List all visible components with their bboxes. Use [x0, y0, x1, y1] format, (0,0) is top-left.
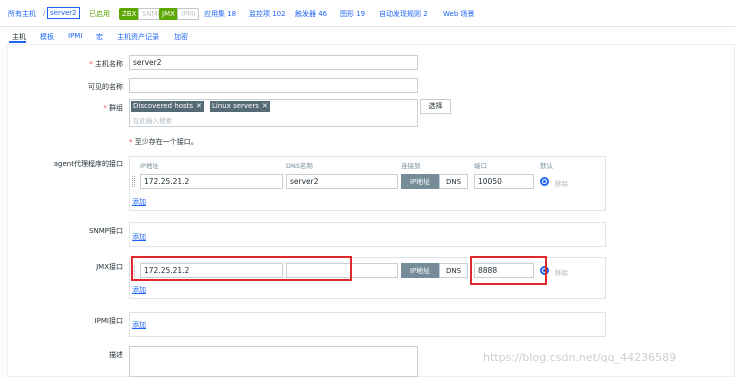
availability-jmx-badge: JMX	[159, 8, 178, 20]
availability-ipmi-badge: IPMI	[177, 8, 200, 20]
ipmi-add-link[interactable]: 添加	[132, 320, 146, 330]
group-chip-linux-servers[interactable]: Linux servers ✕	[210, 101, 270, 112]
groups-search-placeholder[interactable]: 在此输入搜索	[133, 115, 172, 125]
agent-ip-input[interactable]: 172.25.21.2	[140, 174, 283, 189]
breadcrumb: 所有主机 / server2 已启用 ZBX SNMP JMX IPMI 应用集…	[0, 0, 735, 27]
tab-ipmi[interactable]: IPMI	[68, 32, 82, 40]
items-link[interactable]: 监控项 102	[249, 9, 286, 19]
groups-label: * 群组	[103, 104, 123, 112]
host-name-label: * 主机名称	[89, 60, 123, 68]
agent-port-input[interactable]: 10050	[474, 174, 534, 189]
drag-handle-icon[interactable]	[132, 176, 135, 187]
applications-link[interactable]: 应用集 18	[204, 9, 236, 19]
col-ip-header: IP地址	[140, 162, 159, 170]
col-connect-header: 连接到	[401, 162, 421, 170]
highlight-jmx-port	[470, 256, 547, 285]
agent-default-radio[interactable]	[540, 177, 549, 186]
tab-templates[interactable]: 模板	[40, 32, 54, 42]
highlight-jmx-address	[131, 256, 352, 281]
jmx-connect-ip-toggle[interactable]: IP地址	[401, 263, 439, 278]
remove-chip-icon[interactable]: ✕	[262, 102, 268, 110]
agent-remove-link[interactable]: 移除	[555, 178, 568, 188]
tab-encryption[interactable]: 加密	[174, 32, 188, 42]
visible-name-label: 可见的名称	[88, 83, 123, 91]
breadcrumb-all-hosts[interactable]: 所有主机	[8, 9, 36, 19]
ipmi-interfaces-label: IPMI接口	[94, 317, 123, 325]
jmx-connect-dns-toggle[interactable]: DNS	[439, 263, 468, 278]
description-label: 描述	[109, 351, 123, 359]
triggers-link[interactable]: 触发器 46	[295, 9, 327, 19]
tab-macros[interactable]: 宏	[96, 32, 103, 42]
agent-dns-input[interactable]: server2	[286, 174, 398, 189]
col-dns-header: DNS名称	[286, 162, 313, 170]
select-groups-button[interactable]: 选择	[420, 99, 451, 114]
visible-name-input[interactable]	[129, 78, 418, 93]
interface-requirement-note: * 至少存在一个接口。	[129, 138, 198, 146]
agent-add-link[interactable]: 添加	[132, 197, 146, 207]
host-name-input[interactable]: server2	[129, 55, 418, 70]
active-tab-indicator	[9, 41, 26, 43]
agent-connect-dns-toggle[interactable]: DNS	[439, 174, 468, 189]
ipmi-interfaces-box	[129, 312, 606, 337]
jmx-add-link[interactable]: 添加	[132, 285, 146, 295]
agent-interfaces-label: agent代理程序的接口	[53, 160, 123, 168]
description-textarea[interactable]	[129, 346, 418, 377]
snmp-add-link[interactable]: 添加	[132, 232, 146, 242]
status-enabled[interactable]: 已启用	[89, 9, 110, 19]
tab-inventory[interactable]: 主机资产记录	[117, 32, 159, 42]
watermark: https://blog.csdn.net/qq_44236589	[483, 351, 677, 364]
web-scenarios-link[interactable]: Web 场景	[443, 9, 475, 19]
snmp-interfaces-box	[129, 222, 606, 247]
remove-chip-icon[interactable]: ✕	[196, 102, 202, 110]
agent-connect-ip-toggle[interactable]: IP地址	[401, 174, 439, 189]
tab-bar: 主机 模板 IPMI 宏 主机资产记录 加密	[0, 27, 735, 44]
group-chip-discovered-hosts[interactable]: Discovered hosts ✕	[131, 101, 204, 112]
availability-zbx-badge: ZBX	[119, 8, 140, 20]
col-default-header: 默认	[540, 162, 553, 170]
graphs-link[interactable]: 图形 19	[340, 9, 365, 19]
col-port-header: 端口	[474, 162, 487, 170]
breadcrumb-separator: /	[43, 9, 46, 17]
jmx-interfaces-label: JMX接口	[96, 263, 123, 271]
jmx-remove-link[interactable]: 移除	[555, 267, 568, 277]
discovery-rules-link[interactable]: 自动发现规则 2	[379, 9, 428, 19]
breadcrumb-current-host[interactable]: server2	[47, 7, 80, 19]
snmp-interfaces-label: SNMP接口	[89, 227, 123, 235]
